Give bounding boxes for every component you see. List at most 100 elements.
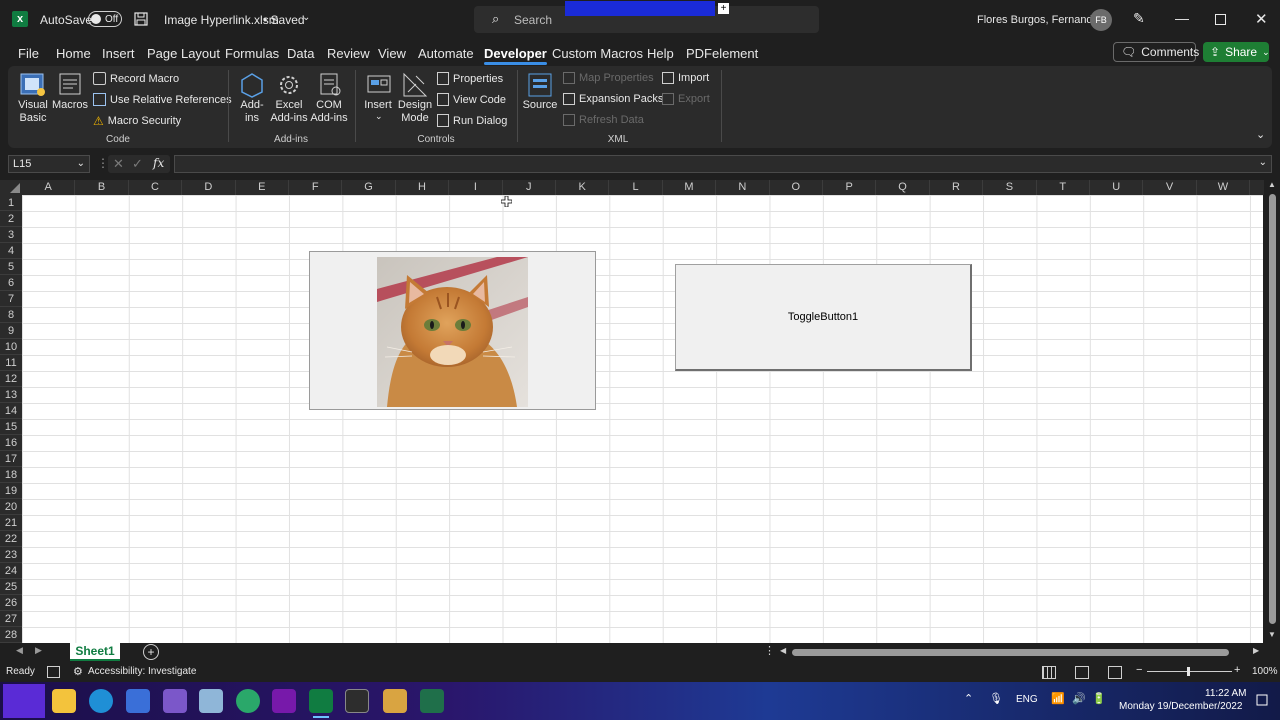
row-header[interactable]: 7 (0, 291, 22, 307)
zoom-slider-thumb[interactable] (1187, 667, 1190, 676)
plus-icon[interactable]: + (718, 3, 729, 14)
vertical-scrollbar[interactable]: ▲ ▼ (1264, 180, 1280, 643)
page-layout-view-icon[interactable] (1075, 666, 1089, 679)
column-header[interactable]: G (342, 180, 396, 195)
column-header[interactable]: C (129, 180, 183, 195)
source-icon[interactable] (527, 72, 553, 98)
column-header[interactable]: I (449, 180, 503, 195)
tab-formulas[interactable]: Formulas (225, 46, 279, 61)
column-header[interactable]: A (22, 180, 76, 195)
formula-input[interactable]: ⌄ (174, 155, 1272, 173)
next-sheet-icon[interactable]: ▶ (35, 645, 42, 656)
battery-icon[interactable]: 🔋 (1092, 692, 1106, 705)
volume-icon[interactable]: 🔊 (1072, 692, 1086, 705)
column-header[interactable]: Q (876, 180, 930, 195)
column-header[interactable]: P (823, 180, 877, 195)
tab-data[interactable]: Data (287, 46, 314, 61)
relative-references-button[interactable]: Use Relative References (93, 93, 232, 106)
row-header[interactable]: 1 (0, 195, 22, 211)
column-header[interactable]: V (1143, 180, 1197, 195)
code-app-icon[interactable] (420, 689, 444, 713)
image-control[interactable] (309, 251, 596, 410)
language-indicator[interactable]: ENG (1016, 694, 1038, 705)
row-header[interactable]: 16 (0, 435, 22, 451)
tab-custom-macros[interactable]: Custom Macros (552, 46, 643, 61)
add-sheet-icon[interactable]: + (143, 644, 159, 660)
cube-app-icon[interactable] (199, 689, 223, 713)
macro-record-status-icon[interactable] (47, 666, 60, 678)
prev-sheet-icon[interactable]: ◀ (16, 645, 23, 656)
column-header[interactable]: E (236, 180, 289, 195)
row-header[interactable]: 9 (0, 323, 22, 339)
refresh-data-button[interactable]: Refresh Data (563, 114, 644, 126)
scroll-up-icon[interactable]: ▲ (1268, 180, 1276, 189)
excel-taskbar-icon[interactable] (309, 689, 333, 713)
ribbon-collapse-chevron-icon[interactable]: ⌄ (1256, 128, 1265, 141)
comments-button[interactable]: 🗨 Comments (1113, 42, 1199, 62)
row-header[interactable]: 13 (0, 387, 22, 403)
tab-view[interactable]: View (378, 46, 406, 61)
edge-dev-icon[interactable] (236, 689, 260, 713)
macro-security-button[interactable]: ⚠ Macro Security (93, 114, 181, 128)
row-header[interactable]: 21 (0, 515, 22, 531)
avatar[interactable]: FB (1090, 9, 1112, 31)
source-label[interactable]: Source (522, 99, 558, 112)
row-header[interactable]: 17 (0, 451, 22, 467)
view-code-button[interactable]: View Code (437, 93, 506, 106)
close-icon[interactable]: ✕ (1255, 10, 1268, 28)
chevron-down-icon[interactable]: ⌄ (375, 111, 383, 122)
row-header[interactable]: 20 (0, 499, 22, 515)
column-header[interactable]: U (1090, 180, 1144, 195)
cat-photo-image[interactable] (377, 257, 528, 407)
column-header[interactable]: K (556, 180, 610, 195)
normal-view-icon[interactable] (1042, 666, 1056, 679)
terminal-icon[interactable] (345, 689, 369, 713)
row-header[interactable]: 19 (0, 483, 22, 499)
row-header[interactable]: 11 (0, 355, 22, 371)
floating-window-thumbnail[interactable] (565, 1, 715, 16)
scroll-right-icon[interactable]: ▶ (1253, 646, 1259, 655)
design-mode-icon[interactable] (402, 72, 428, 98)
macros-label[interactable]: Macros (50, 99, 90, 112)
feather-app-icon[interactable] (163, 689, 187, 713)
column-header[interactable]: D (182, 180, 236, 195)
column-header[interactable]: T (1037, 180, 1090, 195)
column-header[interactable]: N (716, 180, 770, 195)
addins-label[interactable]: Add- ins (234, 99, 270, 125)
macros-icon[interactable] (58, 72, 84, 98)
row-header[interactable]: 24 (0, 563, 22, 579)
column-header[interactable]: R (930, 180, 984, 195)
design-mode-label[interactable]: Design Mode (394, 99, 436, 125)
row-header[interactable]: 22 (0, 531, 22, 547)
column-header[interactable]: B (75, 180, 129, 195)
name-box[interactable]: L15 ⌄ (8, 155, 90, 173)
select-all-corner[interactable] (0, 180, 22, 195)
column-header[interactable]: J (503, 180, 556, 195)
tab-developer[interactable]: Developer (484, 46, 547, 65)
row-header[interactable]: 15 (0, 419, 22, 435)
save-icon[interactable] (134, 12, 148, 26)
excel-addins-label[interactable]: Excel Add-ins (268, 99, 310, 125)
horizontal-scrollbar-thumb[interactable] (792, 649, 1229, 656)
row-header[interactable]: 3 (0, 227, 22, 243)
scroll-down-icon[interactable]: ▼ (1268, 630, 1276, 639)
row-header[interactable]: 23 (0, 547, 22, 563)
row-header[interactable]: 5 (0, 259, 22, 275)
edge-browser-icon[interactable] (89, 689, 113, 713)
row-header[interactable]: 26 (0, 595, 22, 611)
expansion-packs-button[interactable]: Expansion Packs (563, 93, 663, 105)
com-addins-icon[interactable] (318, 72, 342, 98)
file-menu-chevron-icon[interactable]: ⌄ (302, 12, 310, 23)
scrollbar-thumb[interactable] (1269, 194, 1276, 624)
cell-grid[interactable] (22, 195, 1263, 643)
run-dialog-button[interactable]: Run Dialog (437, 114, 507, 127)
tab-pdfelement[interactable]: PDFelement (686, 46, 758, 61)
row-header[interactable]: 2 (0, 211, 22, 227)
accessibility-status[interactable]: Accessibility: Investigate (88, 666, 196, 677)
visual-basic-icon[interactable] (19, 72, 47, 98)
row-header[interactable]: 28 (0, 627, 22, 643)
sheet-tab-sheet1[interactable]: Sheet1 (70, 643, 120, 661)
toggle-button[interactable]: ToggleButton1 (675, 264, 972, 371)
row-header[interactable]: 6 (0, 275, 22, 291)
tab-insert[interactable]: Insert (102, 46, 135, 61)
